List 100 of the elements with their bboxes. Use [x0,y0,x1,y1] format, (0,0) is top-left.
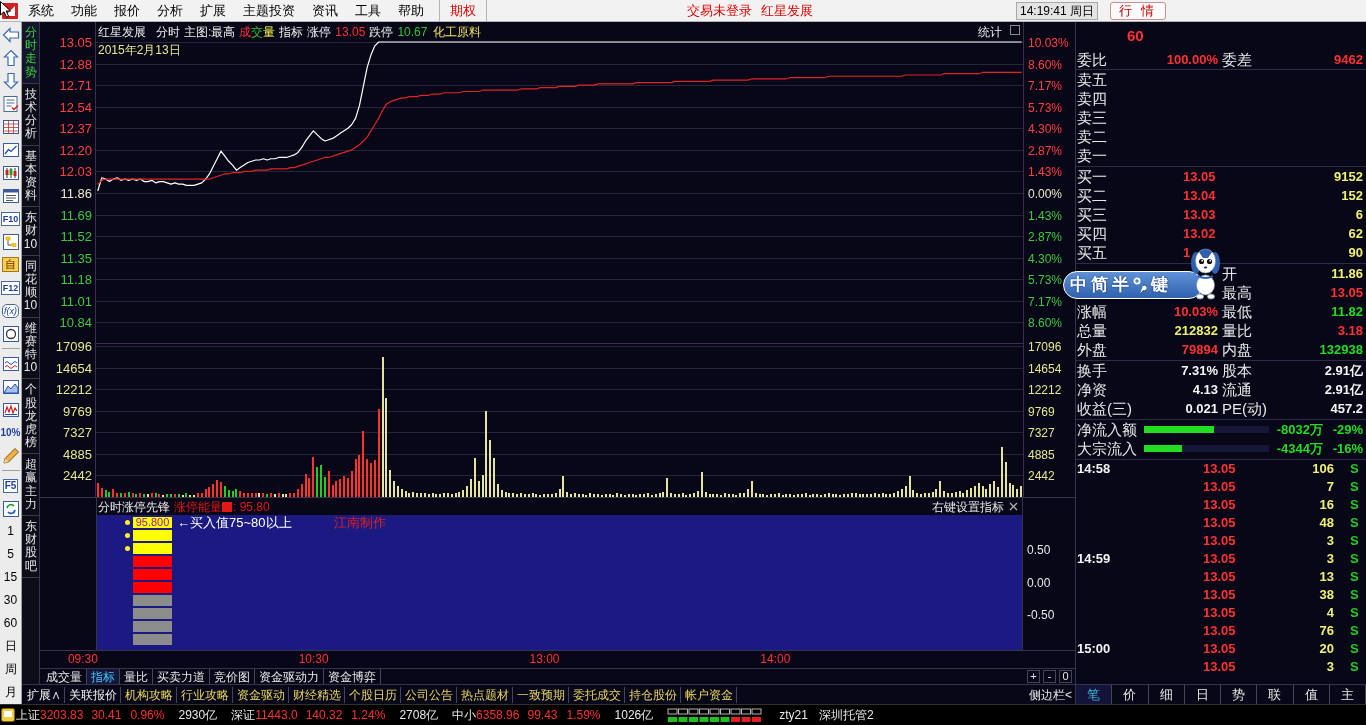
period-button[interactable]: 30 [0,589,21,612]
period-button[interactable]: 15 [0,566,21,589]
chart-tab[interactable]: 指标 [87,669,120,684]
function-button[interactable]: 持仓股份 [625,686,681,703]
indicator-axis-label: 0.00 [1027,575,1051,590]
order-label: 买三 [1077,205,1107,223]
input-method-button[interactable]: 键 [1151,275,1168,295]
down-arrow-icon[interactable] [1,71,20,90]
percent-axis-label: 10.03% [1028,35,1069,50]
zigzag-chart-icon[interactable] [1,400,20,419]
view-tab[interactable]: 个股龙虎榜 [22,379,39,455]
stats-button[interactable]: 统计 [978,24,1002,40]
view-tab[interactable]: 同花顺10 [22,255,39,318]
line-chart-icon[interactable] [1,140,20,159]
chart-tab[interactable]: 竞价图 [210,669,255,684]
zoom-button[interactable]: + [1027,670,1040,683]
view-tab[interactable]: 维赛特10 [22,317,39,380]
period-button[interactable]: 60 [0,612,21,635]
indicator-title: 分时涨停先锋 [98,498,170,515]
panel-tab[interactable]: 笔 [1076,685,1113,704]
dog-mascot-icon[interactable] [1191,246,1220,300]
toolbar-button[interactable]: F10 [0,211,21,226]
table-icon[interactable] [1,117,20,136]
toolbar-button[interactable]: F12 [0,280,21,295]
bid-price: 1 [1183,243,1191,262]
function-button[interactable]: 一致预期 [513,686,569,703]
tile-icon[interactable] [1,708,15,722]
volume-axis-label: 4885 [63,447,92,462]
function-button[interactable]: 关联报价 [65,686,121,703]
tick-side: S [1349,460,1359,479]
stat-value: 9462 [1334,51,1363,69]
chart-tab[interactable]: 量比 [120,669,153,684]
menu-item[interactable]: 分析 [148,0,191,21]
function-button[interactable]: 机构攻略 [121,686,177,703]
menu-item[interactable]: 工具 [346,0,389,21]
chart-tab[interactable]: 资金博弈 [324,669,381,684]
menu-item[interactable]: 帮助 [389,0,432,21]
zoom-button[interactable]: - [1043,670,1056,683]
volume-axis-label: 2442 [1028,468,1055,483]
menu-item[interactable]: 主题投资 [234,0,303,21]
tick-price: 13.05 [1203,514,1237,533]
menu-item[interactable]: 报价 [105,0,148,21]
menu-item[interactable]: 扩展 [191,0,234,21]
function-button[interactable]: 帐户资金 [681,686,737,703]
refresh-icon[interactable] [1,499,20,518]
zoom-button[interactable]: 0 [1059,670,1072,683]
quote-button[interactable]: 行 情 [1109,1,1167,20]
view-tab[interactable]: 技术分析 [22,83,39,146]
function-button[interactable]: 热点题材 [457,686,513,703]
pencil-icon[interactable] [1,446,20,465]
candlestick-icon[interactable] [1,163,20,182]
function-button[interactable]: 公司公告 [401,686,457,703]
tick-side: S [1349,586,1359,605]
period-button[interactable]: 日 [0,635,21,658]
view-tab[interactable]: 东财股吧 [22,516,39,578]
period-button[interactable]: 月 [0,681,21,704]
stock-code: 60 [1127,25,1144,46]
input-method-button[interactable]: 简 [1091,275,1108,295]
menu-item[interactable]: 功能 [62,0,105,21]
function-button[interactable]: 扩展∧ [23,686,65,703]
view-tab[interactable]: 基本资料 [22,145,39,208]
period-button[interactable]: 周 [0,658,21,681]
area-chart-icon[interactable] [1,377,20,396]
function-button[interactable]: 委托成交 [569,686,625,703]
chart-tab[interactable]: 买卖力道 [153,669,210,684]
menu-item[interactable]: 资讯 [303,0,346,21]
toolbar-button[interactable]: 自 [2,257,19,272]
function-button[interactable]: 资金驱动 [233,686,289,703]
function-button[interactable]: 行业攻略 [177,686,233,703]
function-button[interactable]: 财经精选 [289,686,345,703]
report-icon[interactable] [1,94,20,113]
stat-label: 开 [1222,264,1237,283]
toolbar-button[interactable]: f(x) [2,303,19,318]
menu-item[interactable]: 系统 [19,0,62,21]
sidebar-toggle[interactable]: 侧边栏< [1029,687,1072,702]
window-list-icon[interactable] [1,186,20,205]
punctuation-icon[interactable] [1133,276,1147,294]
toolbar-button[interactable]: F5 [2,478,19,493]
input-method-button[interactable]: 中 [1070,275,1087,295]
wave-chart-icon[interactable] [1,354,20,373]
price-axis-label: 10.84 [59,315,92,330]
date-label: 2015年2月13日 [98,43,181,57]
function-button[interactable]: 个股日历 [345,686,401,703]
back-arrow-icon[interactable] [1,25,20,44]
toolbar-button[interactable]: 10% [0,426,21,439]
flowchart-icon[interactable] [1,232,20,251]
period-button[interactable]: 1 [0,520,21,543]
square-icon[interactable] [1010,25,1020,35]
view-tab[interactable]: 东财10 [22,207,39,256]
weekday: 周日 [1069,2,1094,20]
close-icon[interactable] [1009,502,1018,511]
period-button[interactable]: 5 [0,543,21,566]
view-tab[interactable]: 超赢主力 [22,454,39,516]
tick-price: 13.05 [1203,496,1237,515]
up-arrow-icon[interactable] [1,48,20,67]
input-method-button[interactable]: 半 [1112,275,1129,295]
view-tab[interactable]: 分时走势 [22,22,39,84]
volume-axis-label: 4885 [1028,447,1055,462]
chart-tab[interactable]: 资金驱动力 [255,669,324,684]
percent-axis-label: 2.87% [1028,229,1063,244]
